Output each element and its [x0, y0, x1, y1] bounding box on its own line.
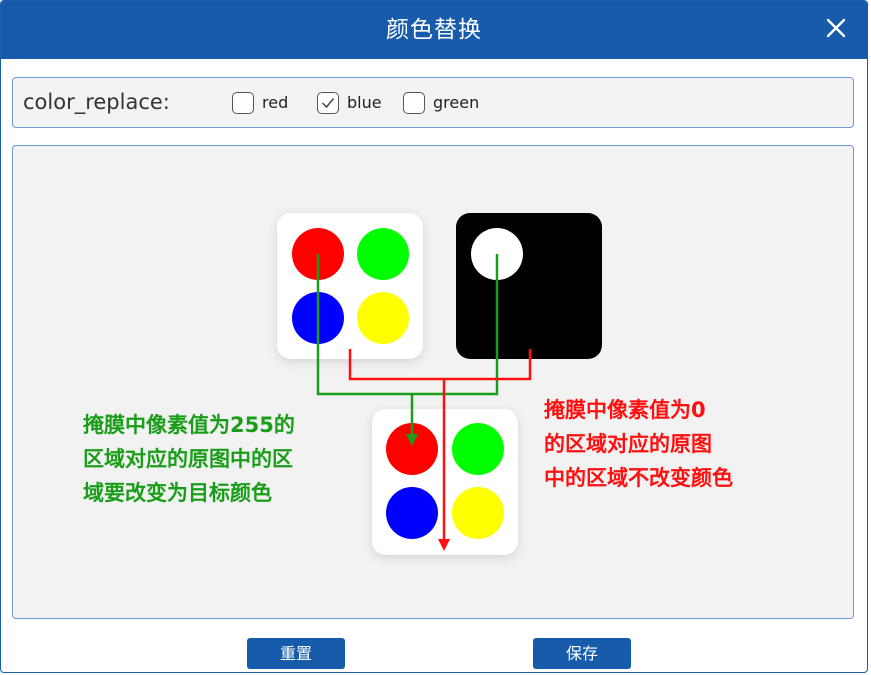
checkmark-icon	[321, 97, 335, 108]
options-panel: color_replace: red blue green	[12, 77, 854, 128]
checkbox-red-label: red	[262, 93, 289, 112]
green-annotation: 掩膜中像素值为255的 区域对应的原图中的区 域要改变为目标颜色	[83, 413, 295, 505]
checkbox-red[interactable]: red	[232, 78, 288, 127]
result-green-circle	[452, 423, 504, 475]
result-yellow-circle	[452, 487, 504, 539]
checkbox-blue-box[interactable]	[317, 91, 339, 114]
preview-canvas: 掩膜中像素值为255的 区域对应的原图中的区 域要改变为目标颜色 掩膜中像素值为…	[12, 145, 854, 619]
save-button[interactable]: 保存	[533, 638, 631, 669]
dialog-title: 颜色替换	[386, 17, 482, 43]
mask-image-tile	[456, 213, 602, 359]
original-image-tile	[277, 213, 423, 359]
close-icon[interactable]	[819, 11, 853, 45]
checkbox-blue-label: blue	[347, 93, 382, 112]
checkbox-green-box[interactable]	[403, 91, 425, 114]
original-yellow-circle	[357, 292, 409, 344]
reset-button[interactable]: 重置	[247, 638, 345, 669]
color-replace-label: color_replace:	[23, 90, 170, 114]
color-replace-dialog: 颜色替换 color_replace: red blue green 掩膜中像素…	[0, 0, 868, 673]
checkbox-green[interactable]: green	[403, 78, 479, 127]
checkbox-red-box[interactable]	[232, 91, 254, 114]
red-annotation: 掩膜中像素值为0 的区域对应的原图 中的区域不改变颜色	[544, 398, 733, 490]
title-bar: 颜色替换	[1, 1, 867, 59]
original-green-circle	[357, 228, 409, 280]
checkbox-green-label: green	[433, 93, 480, 112]
checkbox-blue[interactable]: blue	[317, 78, 382, 127]
mask-diagram	[277, 213, 602, 555]
result-blue-circle	[386, 487, 438, 539]
